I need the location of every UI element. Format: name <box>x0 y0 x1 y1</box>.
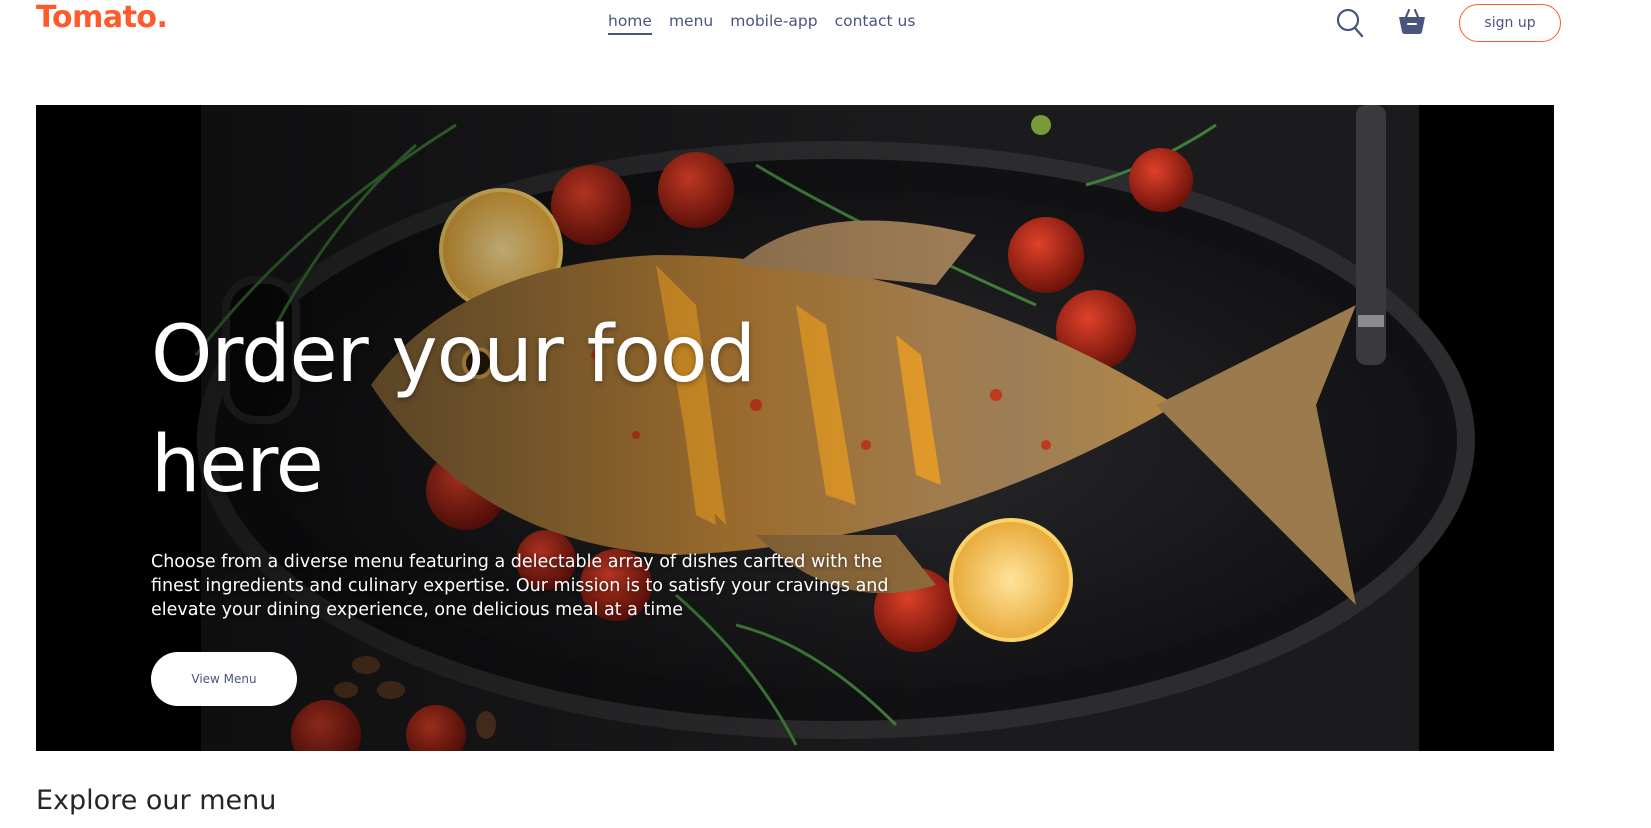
nav-link-menu[interactable]: menu <box>669 12 713 35</box>
nav-link-contact-us[interactable]: contact us <box>835 12 916 35</box>
hero-title: Order your food here <box>151 300 931 520</box>
hero-title-line-1: Order your food <box>151 310 756 400</box>
nav-link-mobile-app[interactable]: mobile-app <box>730 12 817 35</box>
logo[interactable]: Tomato. <box>36 0 168 35</box>
explore-menu-heading: Explore our menu <box>36 785 277 816</box>
hero-banner: Order your food here Choose from a diver… <box>36 105 1554 751</box>
view-menu-button[interactable]: View Menu <box>151 652 297 706</box>
hero-title-line-2: here <box>151 420 324 510</box>
nav-links: home menu mobile-app contact us <box>608 12 915 35</box>
navbar: Tomato. home menu mobile-app contact us … <box>0 0 1651 50</box>
basket-icon[interactable] <box>1397 6 1427 36</box>
nav-link-home[interactable]: home <box>608 12 652 35</box>
hero-description: Choose from a diverse menu featuring a d… <box>151 552 889 620</box>
sign-up-button[interactable]: sign up <box>1459 4 1561 42</box>
search-icon[interactable] <box>1336 8 1364 38</box>
hero-content: Order your food here Choose from a diver… <box>151 300 931 706</box>
